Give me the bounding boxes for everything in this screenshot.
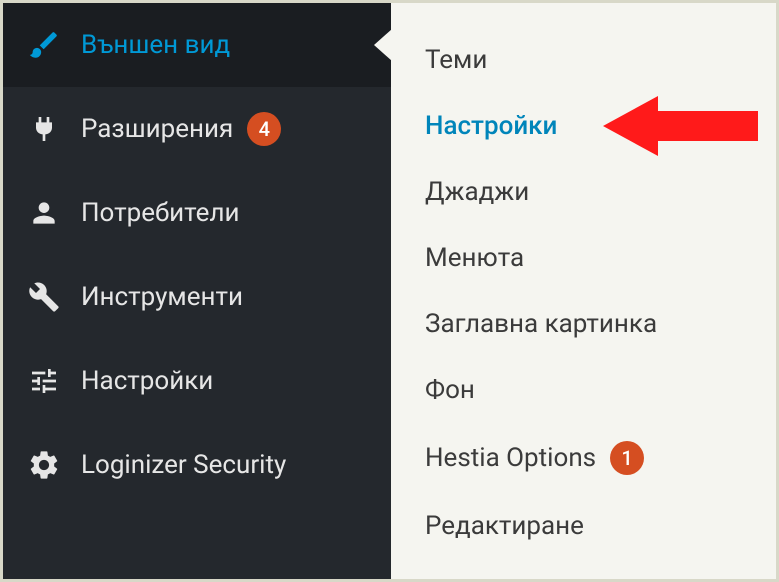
submenu-item-header[interactable]: Заглавна картинка [391,291,776,357]
submenu-label: Hestia Options [425,443,596,473]
submenu-item-widgets[interactable]: Джаджи [391,159,776,225]
user-icon [23,197,65,229]
submenu-label: Теми [425,45,487,75]
wrench-icon [23,281,65,313]
submenu-item-menus[interactable]: Менюта [391,225,776,291]
submenu-item-themes[interactable]: Теми [391,27,776,93]
update-count-badge: 4 [247,112,281,146]
submenu-item-editor[interactable]: Редактиране [391,493,776,559]
appearance-submenu: Теми Настройки Джаджи Менюта Заглавна ка… [391,3,776,579]
submenu-item-hestia[interactable]: Hestia Options 1 [391,423,776,493]
sidebar-item-tools[interactable]: Инструменти [3,255,391,339]
sidebar-item-settings[interactable]: Настройки [3,339,391,423]
gear-icon [23,448,65,482]
sidebar-item-plugins[interactable]: Разширения 4 [3,87,391,171]
submenu-label: Заглавна картинка [425,309,657,339]
sidebar-item-users[interactable]: Потребители [3,171,391,255]
submenu-item-background[interactable]: Фон [391,357,776,423]
sidebar-item-label: Инструменти [81,282,243,312]
submenu-item-customize[interactable]: Настройки [391,93,776,159]
sidebar-item-appearance[interactable]: Външен вид [3,3,391,87]
sidebar-item-loginizer[interactable]: Loginizer Security [3,423,391,507]
submenu-label: Джаджи [425,177,529,207]
plug-icon [23,113,65,145]
sidebar-item-label: Loginizer Security [81,450,286,480]
update-count-badge: 1 [610,441,644,475]
sidebar-item-label: Разширения [81,114,233,144]
admin-sidebar: Външен вид Разширения 4 Потребители Инст… [3,3,391,579]
submenu-label: Фон [425,375,475,405]
sidebar-item-label: Външен вид [81,30,230,60]
sidebar-item-label: Потребители [81,198,239,228]
brush-icon [23,28,65,62]
submenu-label: Настройки [425,111,557,141]
sliders-icon [23,365,65,397]
submenu-label: Менюта [425,243,524,273]
sidebar-item-label: Настройки [81,366,213,396]
submenu-label: Редактиране [425,511,584,541]
